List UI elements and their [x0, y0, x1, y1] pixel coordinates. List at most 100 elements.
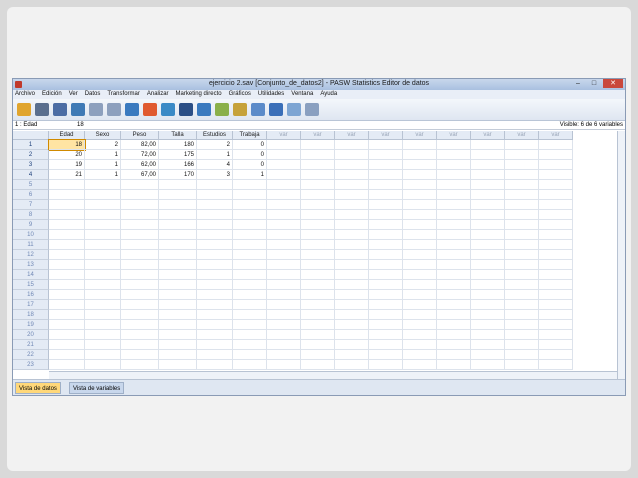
data-cell[interactable]: [159, 350, 197, 360]
cell-value-input[interactable]: 18: [77, 122, 84, 128]
horizontal-scrollbar[interactable]: [49, 371, 617, 379]
data-cell[interactable]: [335, 180, 369, 190]
undo-icon[interactable]: [89, 103, 103, 116]
data-cell[interactable]: [335, 310, 369, 320]
data-cell[interactable]: [471, 170, 505, 180]
data-cell[interactable]: [335, 320, 369, 330]
data-cell[interactable]: [403, 160, 437, 170]
row-header-3[interactable]: 3: [13, 160, 49, 170]
data-cell[interactable]: [267, 150, 301, 160]
data-cell[interactable]: [267, 250, 301, 260]
data-cell[interactable]: [403, 340, 437, 350]
data-cell[interactable]: [267, 220, 301, 230]
data-cell[interactable]: [121, 290, 159, 300]
data-cell[interactable]: [233, 270, 267, 280]
data-cell[interactable]: [301, 350, 335, 360]
data-cell[interactable]: [539, 290, 573, 300]
data-cell[interactable]: [437, 180, 471, 190]
row-header-10[interactable]: 10: [13, 230, 49, 240]
data-cell[interactable]: [49, 360, 85, 370]
data-cell[interactable]: [369, 260, 403, 270]
row-header-22[interactable]: 22: [13, 350, 49, 360]
data-cell[interactable]: [471, 210, 505, 220]
data-cell[interactable]: [49, 280, 85, 290]
data-cell[interactable]: [121, 300, 159, 310]
column-header-5[interactable]: Trabaja: [233, 131, 267, 140]
data-cell[interactable]: [539, 140, 573, 150]
data-cell[interactable]: [539, 210, 573, 220]
data-cell[interactable]: [335, 330, 369, 340]
data-cell[interactable]: [403, 270, 437, 280]
data-cell[interactable]: [121, 200, 159, 210]
data-cell[interactable]: [437, 330, 471, 340]
data-cell[interactable]: [437, 240, 471, 250]
data-cell[interactable]: [369, 140, 403, 150]
data-cell[interactable]: [267, 320, 301, 330]
data-cell[interactable]: [301, 170, 335, 180]
data-cell[interactable]: [539, 150, 573, 160]
data-cell[interactable]: [49, 300, 85, 310]
data-cell[interactable]: [159, 240, 197, 250]
data-cell[interactable]: [505, 150, 539, 160]
data-cell[interactable]: [369, 350, 403, 360]
data-cell[interactable]: [369, 230, 403, 240]
data-cell[interactable]: [49, 220, 85, 230]
data-cell[interactable]: [539, 240, 573, 250]
data-cell[interactable]: [267, 140, 301, 150]
data-cell[interactable]: [335, 160, 369, 170]
data-cell[interactable]: [403, 170, 437, 180]
row-header-5[interactable]: 5: [13, 180, 49, 190]
data-cell[interactable]: [301, 180, 335, 190]
data-cell[interactable]: [403, 280, 437, 290]
row-header-19[interactable]: 19: [13, 320, 49, 330]
data-cell[interactable]: 2: [85, 140, 121, 150]
data-cell[interactable]: [159, 190, 197, 200]
column-header-1[interactable]: Sexo: [85, 131, 121, 140]
data-cell[interactable]: 0: [233, 160, 267, 170]
data-cell[interactable]: [505, 160, 539, 170]
data-cell[interactable]: [121, 260, 159, 270]
data-cell[interactable]: [233, 290, 267, 300]
data-cell[interactable]: [539, 180, 573, 190]
menu-item-4[interactable]: Transformar: [107, 90, 139, 99]
data-cell[interactable]: [301, 320, 335, 330]
data-cell[interactable]: [267, 260, 301, 270]
data-cell[interactable]: [505, 310, 539, 320]
data-cell[interactable]: [539, 260, 573, 270]
data-cell[interactable]: [437, 290, 471, 300]
data-cell[interactable]: [471, 340, 505, 350]
data-cell[interactable]: [233, 340, 267, 350]
data-cell[interactable]: [301, 270, 335, 280]
data-cell[interactable]: [121, 330, 159, 340]
data-cell[interactable]: [505, 340, 539, 350]
data-cell[interactable]: [49, 310, 85, 320]
data-cell[interactable]: [369, 360, 403, 370]
data-cell[interactable]: [471, 220, 505, 230]
data-cell[interactable]: [49, 350, 85, 360]
data-cell[interactable]: [301, 240, 335, 250]
data-cell[interactable]: [539, 300, 573, 310]
data-cell[interactable]: [471, 190, 505, 200]
data-cell[interactable]: [369, 240, 403, 250]
data-cell[interactable]: [369, 340, 403, 350]
data-cell[interactable]: [403, 330, 437, 340]
data-cell[interactable]: [197, 180, 233, 190]
menu-item-9[interactable]: Ventana: [291, 90, 313, 99]
row-header-7[interactable]: 7: [13, 200, 49, 210]
data-cell[interactable]: [267, 340, 301, 350]
data-cell[interactable]: [539, 190, 573, 200]
data-cell[interactable]: [335, 360, 369, 370]
data-cell[interactable]: [49, 270, 85, 280]
data-cell[interactable]: [335, 140, 369, 150]
data-cell[interactable]: [505, 200, 539, 210]
data-cell[interactable]: [369, 180, 403, 190]
data-cell[interactable]: 67,00: [121, 170, 159, 180]
row-header-17[interactable]: 17: [13, 300, 49, 310]
data-cell[interactable]: [159, 210, 197, 220]
data-cell[interactable]: [233, 300, 267, 310]
data-cell[interactable]: [85, 200, 121, 210]
data-cell[interactable]: [471, 260, 505, 270]
data-cell[interactable]: [267, 300, 301, 310]
data-cell[interactable]: [335, 340, 369, 350]
column-header-13[interactable]: var: [505, 131, 539, 140]
